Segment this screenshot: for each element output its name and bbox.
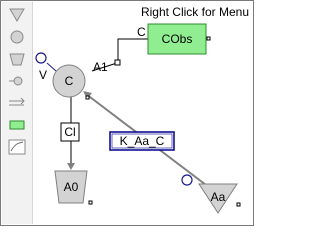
clearance-label: Cl <box>64 125 75 139</box>
absorption-label: Aa <box>211 190 226 204</box>
compartment-handle[interactable] <box>85 95 90 100</box>
elimination-handle[interactable] <box>88 200 93 205</box>
absorption-parameter-node[interactable] <box>181 174 193 186</box>
v-port-label: V <box>39 68 47 82</box>
volume-link-line <box>46 62 57 72</box>
model-canvas[interactable]: CObs C A1 V C Cl K_Aa_C A0 Aa <box>1 1 253 225</box>
rate-constant-label: K_Aa_C <box>120 134 165 148</box>
elimination-label: A0 <box>64 180 79 194</box>
observation-link-line <box>117 38 148 61</box>
a1-port-handle[interactable] <box>114 59 121 66</box>
absorption-handle[interactable] <box>236 202 241 207</box>
central-compartment-label: C <box>65 74 74 88</box>
a1-port-label: A1 <box>93 60 108 74</box>
c-port-label: C <box>137 25 146 39</box>
observation-handle[interactable] <box>206 36 211 41</box>
flow-arrowhead-a0 <box>67 163 75 170</box>
volume-parameter-node[interactable] <box>35 52 47 64</box>
model-editor-window: Right Click for Menu CObs C A1 V C Cl K_… <box>0 0 254 226</box>
observation-node-label: CObs <box>162 32 193 46</box>
